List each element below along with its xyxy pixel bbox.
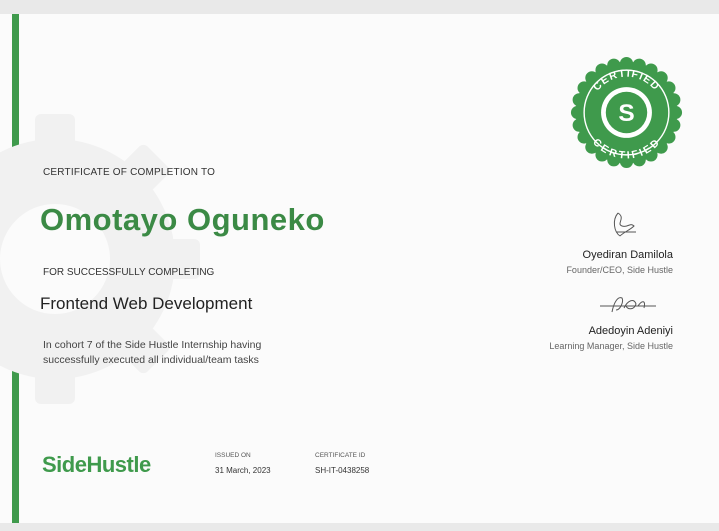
certificate-sheet: CERTIFICATE OF COMPLETION TO Omotayo Ogu…: [0, 14, 719, 523]
seal-letter: S: [618, 100, 634, 127]
course-title: Frontend Web Development: [40, 294, 253, 313]
signature-2: [600, 297, 656, 313]
signatory-role: Founder/CEO, Side Hustle: [566, 265, 673, 275]
sidehustle-logo: SideHustle: [42, 452, 151, 477]
signatory-role: Learning Manager, Side Hustle: [549, 341, 673, 351]
certificate-heading: CERTIFICATE OF COMPLETION TO: [43, 167, 216, 178]
signature-1: [613, 212, 636, 237]
description-line: In cohort 7 of the Side Hustle Internshi…: [43, 339, 262, 351]
certificate-id-value: SH-IT-0438258: [315, 466, 370, 475]
completing-label: FOR SUCCESSFULLY COMPLETING: [43, 267, 215, 278]
description: In cohort 7 of the Side Hustle Internshi…: [43, 338, 303, 368]
signatory-name: Oyediran Damilola: [582, 249, 673, 261]
gear-watermark: [0, 114, 200, 404]
seal-scallop: [667, 93, 681, 107]
seal-scallop: [570, 105, 585, 120]
signatory-founder: Oyediran Damilola Founder/CEO, Side Hust…: [566, 249, 673, 275]
issued-value: 31 March, 2023: [215, 466, 271, 475]
issued-label: ISSUED ON: [215, 452, 251, 459]
signatory-manager: Adedoyin Adeniyi Learning Manager, Side …: [549, 325, 673, 351]
seal-scallop: [572, 118, 586, 132]
description-line: successfully executed all individual/tea…: [43, 354, 259, 366]
seal-scallop: [619, 56, 634, 71]
certified-seal: S CERTIFIED CERTIFIED: [570, 56, 683, 169]
seal-scallop: [572, 93, 586, 107]
seal-scallop: [667, 118, 681, 132]
recipient-name: Omotayo Oguneko: [40, 202, 325, 237]
certificate-id-label: CERTIFICATE ID: [315, 452, 366, 459]
seal-scallop: [668, 105, 683, 120]
signatory-name: Adedoyin Adeniyi: [588, 325, 673, 337]
